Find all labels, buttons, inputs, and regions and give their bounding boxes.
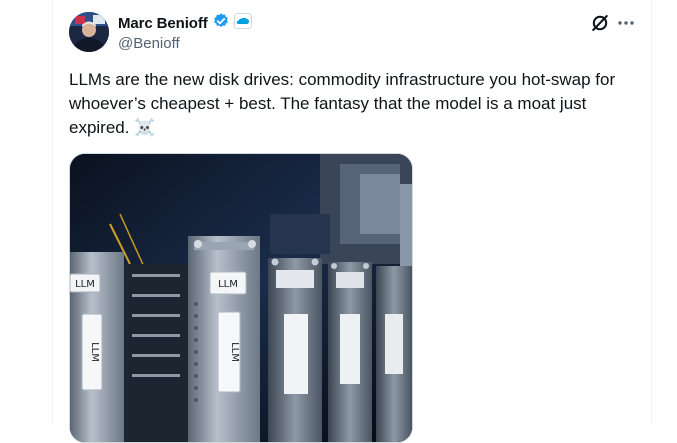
drive-label-1: LLM (218, 279, 238, 290)
tweet-card[interactable]: Marc Benioff @Benioff LLMs are the new d… (52, 0, 652, 443)
tweet-media-image[interactable]: LLM LLM LLM LLM (69, 153, 413, 443)
avatar[interactable] (69, 12, 109, 52)
more-options-icon[interactable] (615, 12, 637, 34)
salesforce-cloud-icon[interactable] (233, 12, 252, 34)
drive-bay-0: LLM LLM (70, 252, 188, 442)
drive-bay-2 (268, 258, 322, 442)
grok-icon[interactable] (589, 12, 611, 34)
author-handle[interactable]: @Benioff (118, 35, 180, 52)
drive-bay-1: LLM LLM (188, 236, 260, 442)
tweet-text: LLMs are the new disk drives: commodity … (69, 70, 616, 137)
author-display-name[interactable]: Marc Benioff (118, 15, 208, 32)
drive-label-vertical-0: LLM (89, 342, 100, 362)
verified-badge-icon (212, 12, 230, 35)
drive-bay-3 (328, 262, 372, 442)
author-name-row: Marc Benioff (118, 12, 252, 35)
drive-label-vertical-1: LLM (229, 342, 240, 362)
drive-bay-4 (376, 266, 412, 442)
drive-label-0: LLM (75, 279, 95, 290)
